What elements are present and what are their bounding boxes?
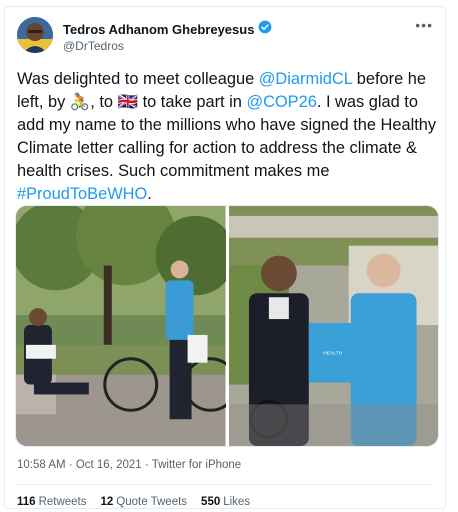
photo-right[interactable]: HEALTH [228,206,438,446]
photo-two-men-park-icon [16,206,226,446]
svg-text:HEALTH: HEALTH [323,351,343,357]
quote-tweets-stat[interactable]: 12 Quote Tweets [101,496,188,508]
uk-flag-emoji-icon: 🇬🇧 [117,93,139,111]
verified-badge-icon [258,20,272,39]
tweet-text-part: . [147,185,152,203]
likes-count: 550 [201,496,221,508]
tweet-source[interactable]: Twitter for iPhone [152,459,241,471]
tweet-time[interactable]: 10:58 AM [17,459,66,471]
more-options-icon[interactable]: ••• [415,17,433,33]
mention-link-cop26[interactable]: @COP26 [246,93,316,111]
author-display-name[interactable]: Tedros Adhanom Ghebreyesus [63,22,254,37]
retweets-label: Retweets [38,496,87,508]
divider [17,484,433,485]
tweet-text-part: Was delighted to meet colleague [17,70,259,88]
tweet-media: HEALTH [15,205,439,447]
hashtag-link[interactable]: #ProudToBeWHO [17,185,147,203]
quote-tweets-count: 12 [100,496,114,508]
tweet-card: Tedros Adhanom Ghebreyesus @DrTedros •••… [4,6,446,509]
likes-stat[interactable]: 550 Likes [201,496,250,508]
avatar-image [17,17,53,53]
quote-tweets-label: Quote Tweets [116,496,188,508]
likes-label: Likes [223,496,251,508]
separator-dot: · [144,459,152,471]
mention-link[interactable]: @DiarmidCL [259,70,352,88]
photo-two-men-holding-book-icon: HEALTH [228,206,438,446]
tweet-text-part: to take part in [138,93,247,111]
tweet-date[interactable]: Oct 16, 2021 [76,459,142,471]
author-avatar[interactable] [17,17,53,53]
bicycle-emoji-icon: 🚴 [69,93,91,111]
retweets-count: 116 [17,496,36,508]
tweet-meta: 10:58 AM · Oct 16, 2021 · Twitter for iP… [17,459,241,471]
author-handle[interactable]: @DrTedros [63,39,124,53]
separator-dot: · [68,459,76,471]
tweet-text: Was delighted to meet colleague @Diarmid… [17,68,437,206]
tweet-stats: 116 Retweets 12 Quote Tweets 550 Likes [17,496,250,508]
tweet-text-part: , to [90,93,118,111]
retweets-stat[interactable]: 116 Retweets [17,496,87,508]
photo-left[interactable] [16,206,226,446]
